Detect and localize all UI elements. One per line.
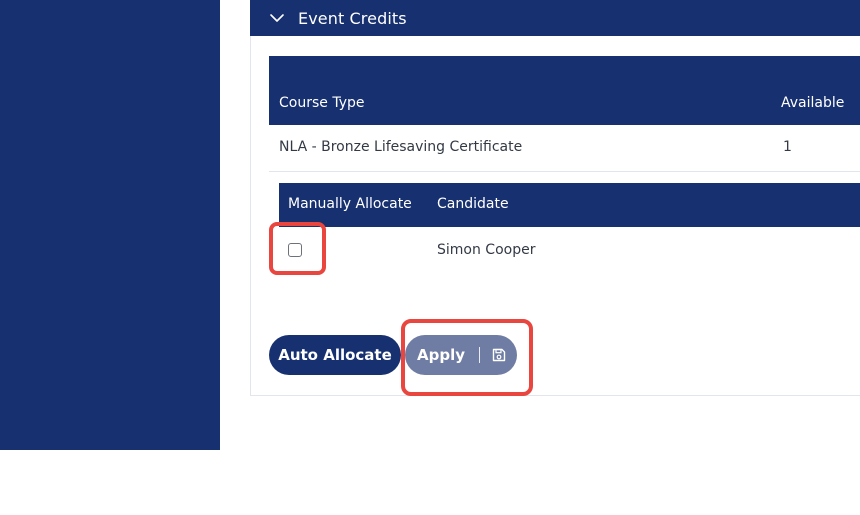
column-header-available: Available: [781, 95, 845, 111]
column-header-candidate: Candidate: [437, 196, 509, 212]
auto-allocate-button[interactable]: Auto Allocate: [269, 335, 401, 375]
allocation-table-header: Manually Allocate Candidate: [279, 183, 860, 227]
apply-label: Apply: [417, 346, 466, 364]
manually-allocate-checkbox[interactable]: [288, 243, 302, 257]
save-icon: [491, 347, 507, 363]
course-type-cell: NLA - Bronze Lifesaving Certificate: [279, 139, 523, 155]
course-table-header: Course Type Available: [269, 56, 860, 125]
available-cell: 1: [783, 139, 792, 155]
column-header-course-type: Course Type: [279, 95, 365, 111]
button-divider: [479, 347, 481, 363]
column-header-manually-allocate: Manually Allocate: [288, 196, 412, 212]
auto-allocate-label: Auto Allocate: [278, 346, 392, 364]
panel-title: Event Credits: [298, 8, 407, 28]
candidate-name: Simon Cooper: [437, 242, 536, 258]
sidebar: [0, 0, 220, 450]
event-credits-header[interactable]: Event Credits: [250, 0, 860, 36]
apply-button[interactable]: Apply: [405, 335, 517, 375]
table-row: NLA - Bronze Lifesaving Certificate 1: [269, 125, 860, 172]
chevron-down-icon[interactable]: [268, 9, 286, 27]
